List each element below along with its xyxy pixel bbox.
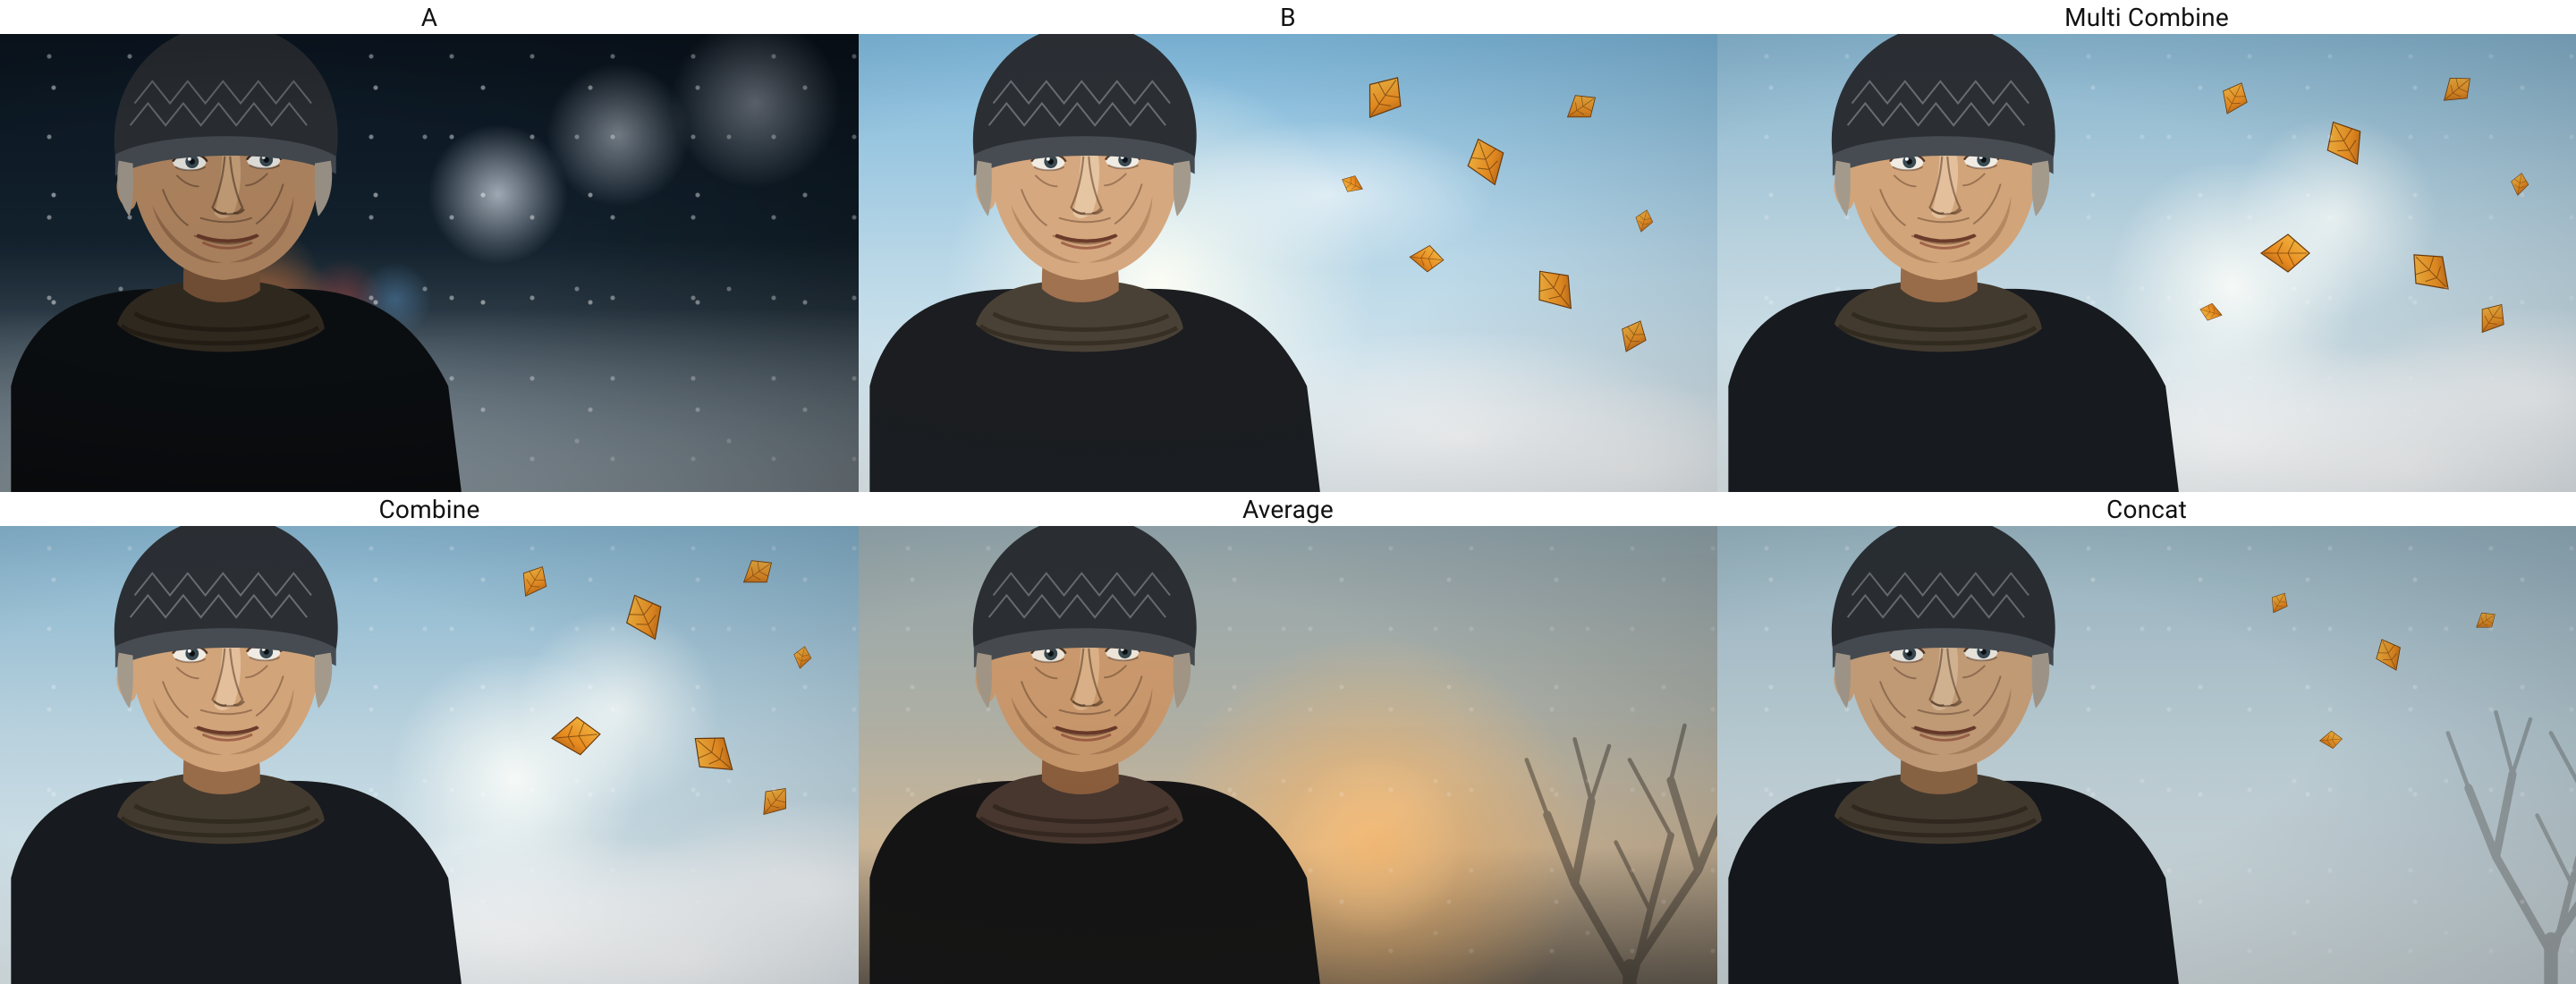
panel-label: B bbox=[859, 0, 1717, 34]
panel-label: A bbox=[0, 0, 859, 34]
panel-image bbox=[859, 526, 1717, 984]
comparison-grid: A .hat-group{display:block!important}.ha… bbox=[0, 0, 2576, 984]
panel-label: Concat bbox=[1717, 492, 2576, 526]
panel-image bbox=[0, 526, 859, 984]
panel-image: .hat-group{display:block!important}.hair… bbox=[0, 34, 859, 492]
panel-label: Combine bbox=[0, 492, 859, 526]
panel-image bbox=[1717, 34, 2576, 492]
panel-label: Average bbox=[859, 492, 1717, 526]
panel-image bbox=[859, 34, 1717, 492]
panel-multi-combine: Multi Combine bbox=[1717, 0, 2576, 492]
panel-label: Multi Combine bbox=[1717, 0, 2576, 34]
panel-concat: Concat bbox=[1717, 492, 2576, 984]
panel-image bbox=[1717, 526, 2576, 984]
panel-b: B bbox=[859, 0, 1717, 492]
panel-a: A .hat-group{display:block!important}.ha… bbox=[0, 0, 859, 492]
panel-average: Average bbox=[859, 492, 1717, 984]
panel-combine: Combine bbox=[0, 492, 859, 984]
